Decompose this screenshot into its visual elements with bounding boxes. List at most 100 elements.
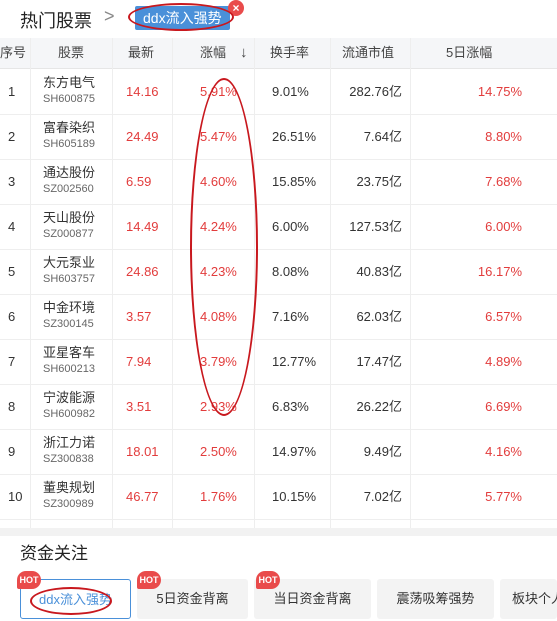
col-price[interactable]: 最新 <box>128 38 154 68</box>
stock-name: 东方电气 <box>43 75 96 90</box>
header-bar: 热门股票 > ddx流入强势 × <box>0 0 557 39</box>
fund-button-consolidation[interactable]: 震荡吸筹强势 <box>377 579 494 619</box>
stock-code: SH603757 <box>43 273 95 285</box>
table-row[interactable]: 9 浙江力诺 SZ300838 18.01 2.50% 14.97% 9.49亿 4.16% <box>0 429 557 475</box>
stock-cell[interactable]: 天山股份 SZ000877 <box>43 209 95 245</box>
change5d-value: 16.17% <box>477 264 522 279</box>
row-index: 9 <box>8 444 16 459</box>
turnover-value: 7.16% <box>272 309 309 324</box>
mktcap-value: 23.75亿 <box>356 174 402 189</box>
row-index: 6 <box>8 309 16 324</box>
stock-code: SH605189 <box>43 138 95 150</box>
col-change[interactable]: 涨幅 <box>200 38 226 68</box>
hot-badge: HOT <box>137 571 161 589</box>
col-stock: 股票 <box>58 45 85 60</box>
turnover-value: 9.01% <box>272 84 309 99</box>
stock-code: SZ300838 <box>43 453 94 465</box>
table-row[interactable]: 4 天山股份 SZ000877 14.49 4.24% 6.00% 127.53亿 6.00% <box>0 204 557 250</box>
mktcap-value: 40.83亿 <box>356 264 402 279</box>
change-value: 2.50% <box>200 444 237 459</box>
mktcap-value: 17.47亿 <box>356 354 402 369</box>
stock-name: 宁波能源 <box>43 390 96 405</box>
row-index: 1 <box>8 84 16 99</box>
price-value: 24.49 <box>126 129 159 144</box>
table-row[interactable]: 2 富春染织 SH605189 24.49 5.47% 26.51% 7.64亿 8.80% <box>0 114 557 160</box>
mktcap-value: 7.02亿 <box>363 489 402 504</box>
annotation-ellipse-fund-button <box>30 587 112 615</box>
stock-cell[interactable]: 东方电气 SH600875 <box>43 74 95 110</box>
page-title: 热门股票 <box>20 11 92 31</box>
row-index: 5 <box>8 264 16 279</box>
change5d-value: 6.57% <box>485 309 522 324</box>
mktcap-value: 62.03亿 <box>356 309 402 324</box>
turnover-value: 6.83% <box>272 399 309 414</box>
stock-code: SZ300145 <box>43 318 94 330</box>
mktcap-value: 9.49亿 <box>363 444 402 459</box>
table-row[interactable]: 6 中金环境 SZ300145 3.57 4.08% 7.16% 62.03亿 6.57% <box>0 294 557 340</box>
turnover-value: 6.00% <box>272 219 309 234</box>
stock-cell[interactable]: 大元泵业 SH603757 <box>43 254 95 290</box>
mktcap-value: 26.22亿 <box>356 399 402 414</box>
col-mktcap[interactable]: 流通市值 <box>342 38 394 68</box>
change5d-value: 4.16% <box>485 444 522 459</box>
table-row[interactable]: 5 大元泵业 SH603757 24.86 4.23% 8.08% 40.83亿 16.17% <box>0 249 557 295</box>
stock-name: 亚星客车 <box>43 345 96 360</box>
annotation-ellipse-change-column <box>190 78 258 416</box>
turnover-value: 8.08% <box>272 264 309 279</box>
annotation-ellipse-tag <box>128 3 234 31</box>
price-value: 14.16 <box>126 84 159 99</box>
hot-badge: HOT <box>17 571 41 589</box>
col-turnover[interactable]: 换手率 <box>270 38 309 68</box>
mktcap-value: 7.64亿 <box>363 129 402 144</box>
table-row[interactable]: 3 通达股份 SZ002560 6.59 4.60% 15.85% 23.75亿 7.68% <box>0 159 557 205</box>
stock-name: 浙江力诺 <box>43 435 96 450</box>
price-value: 18.01 <box>126 444 159 459</box>
stock-name: 天山股份 <box>43 210 96 225</box>
change5d-value: 6.69% <box>485 399 522 414</box>
hot-badge: HOT <box>256 571 280 589</box>
stock-code: SH600875 <box>43 93 95 105</box>
stock-cell[interactable]: 宁波能源 SH600982 <box>43 389 95 425</box>
change5d-value: 8.80% <box>485 129 522 144</box>
price-value: 14.49 <box>126 219 159 234</box>
stock-code: SZ000877 <box>43 228 94 240</box>
sort-desc-icon[interactable]: ↓ <box>240 38 248 68</box>
row-index: 4 <box>8 219 16 234</box>
table-row[interactable]: 8 宁波能源 SH600982 3.51 2.93% 6.83% 26.22亿 6.69% <box>0 384 557 430</box>
row-index: 10 <box>8 489 23 504</box>
table-row[interactable]: 1 东方电气 SH600875 14.16 5.91% 9.01% 282.76亿 14.75… <box>0 69 557 115</box>
price-value: 3.51 <box>126 399 152 414</box>
table-row[interactable]: 10 董奥规划 SZ300989 46.77 1.76% 10.15% 7.02亿 5.77% <box>0 474 557 520</box>
row-index: 8 <box>8 399 16 414</box>
funds-section-title: 资金关注 <box>20 544 88 563</box>
price-value: 24.86 <box>126 264 159 279</box>
stock-name: 通达股份 <box>43 165 96 180</box>
mktcap-value: 127.53亿 <box>349 219 402 234</box>
row-index: 2 <box>8 129 16 144</box>
price-value: 7.94 <box>126 354 152 369</box>
stock-code: SH600982 <box>43 408 95 420</box>
stock-cell[interactable]: 亚星客车 SH600213 <box>43 344 95 380</box>
stock-cell[interactable]: 通达股份 SZ002560 <box>43 164 95 200</box>
mktcap-value: 282.76亿 <box>349 84 402 99</box>
stock-code: SH600213 <box>43 363 95 375</box>
stock-name: 富春染织 <box>43 120 96 135</box>
stock-cell[interactable]: 中金环境 SZ300145 <box>43 299 95 335</box>
change5d-value: 4.89% <box>485 354 522 369</box>
chevron-right-icon: > <box>104 6 115 26</box>
stock-cell[interactable]: 富春染织 SH605189 <box>43 119 95 155</box>
price-value: 3.57 <box>126 309 152 324</box>
change5d-value: 5.77% <box>485 489 522 504</box>
stock-cell[interactable]: 浙江力诺 SZ300838 <box>43 434 95 470</box>
turnover-value: 14.97% <box>272 444 317 459</box>
stock-name: 大元泵业 <box>43 255 96 270</box>
stock-cell[interactable]: 董奥规划 SZ300989 <box>43 479 95 515</box>
table-row[interactable]: 7 亚星客车 SH600213 7.94 3.79% 12.77% 17.47亿 4.89% <box>0 339 557 385</box>
fund-button-sector[interactable]: 板块个人 <box>500 579 557 619</box>
stock-name: 董奥规划 <box>43 480 96 495</box>
col-change5d[interactable]: 5日涨幅 <box>446 38 492 68</box>
change5d-value: 6.00% <box>485 219 522 234</box>
row-index: 3 <box>8 174 16 189</box>
table-header: 序号 股票 最新 涨幅 ↓ 换手率 流通市值 5日涨幅 <box>0 38 557 69</box>
row-index: 7 <box>8 354 16 369</box>
